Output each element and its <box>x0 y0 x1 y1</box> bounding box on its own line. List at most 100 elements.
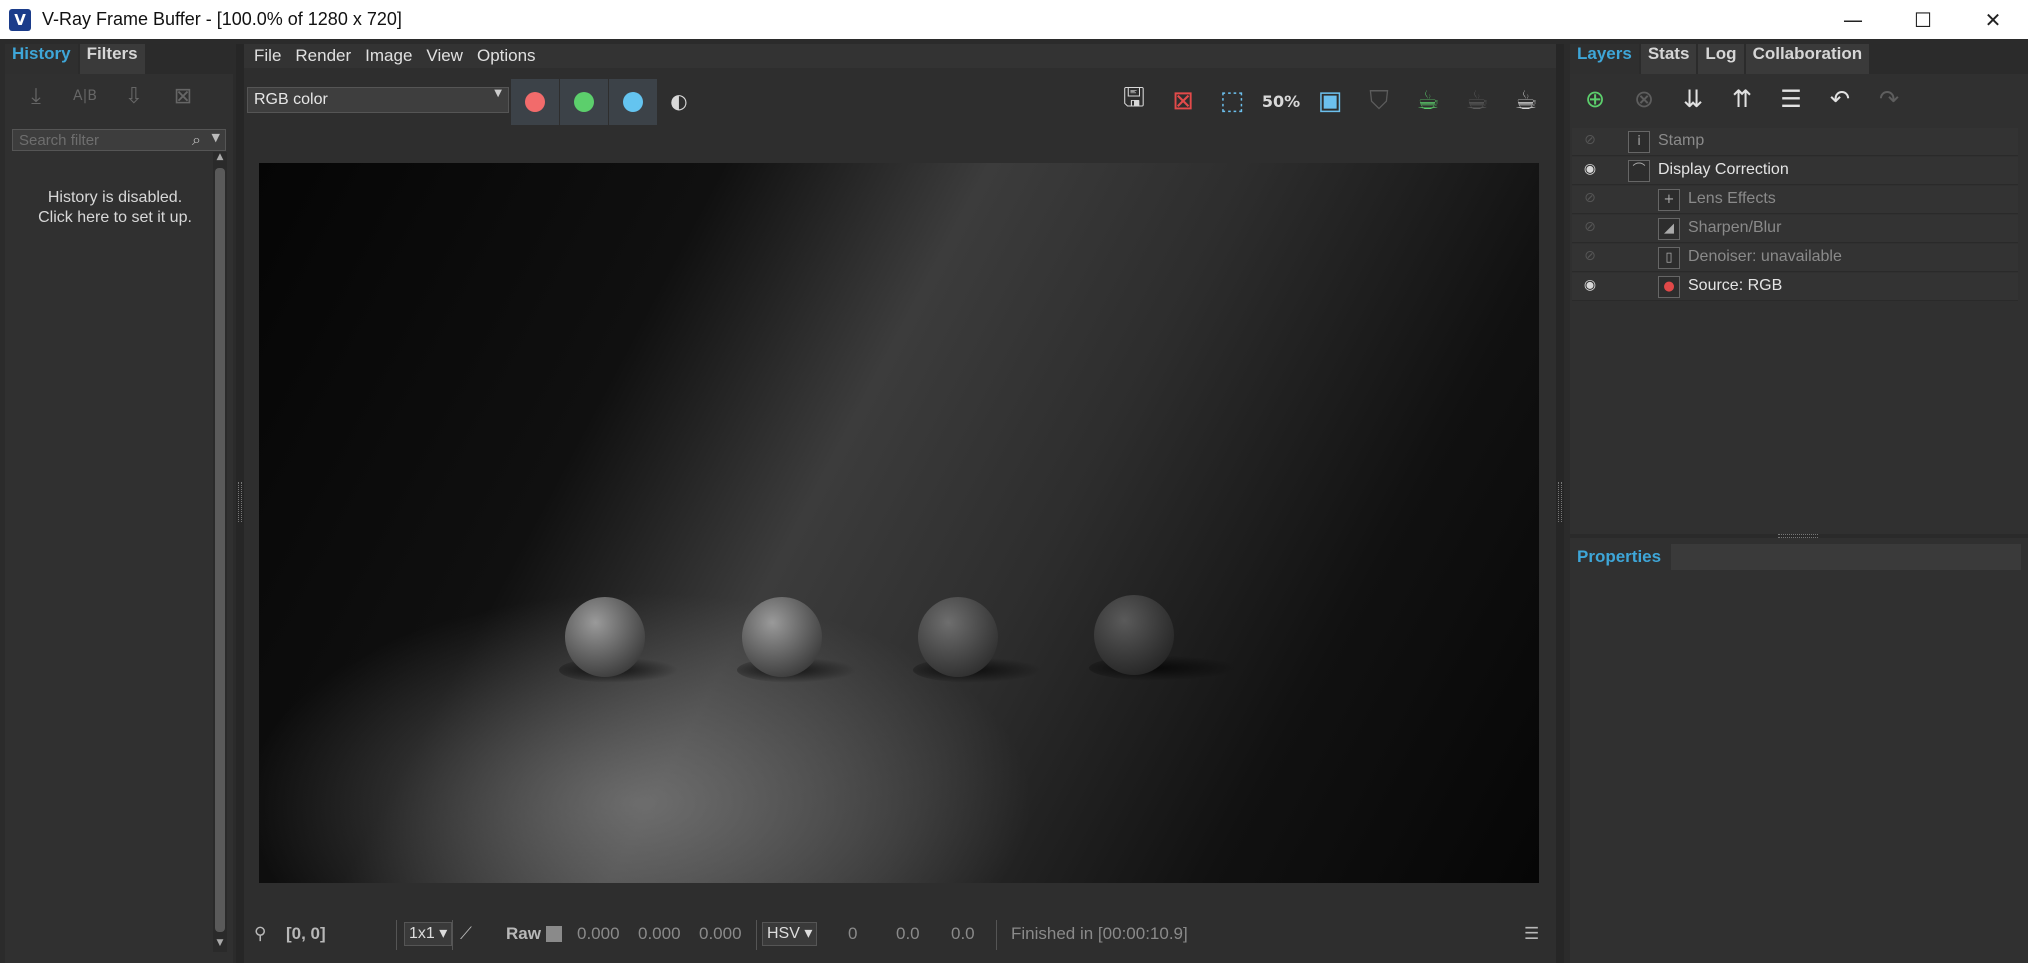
history-message-line2: Click here to set it up. <box>38 209 192 226</box>
layers-toolbar: ⊕ ⊗ ⇊ ⇈ ☰ ↶ ↷ <box>1570 74 2028 124</box>
log-panel-icon[interactable]: ☰ <box>1524 914 1539 954</box>
chevron-down-icon[interactable]: ▼ <box>212 131 220 144</box>
redo-icon[interactable]: ↷ <box>1870 79 1908 119</box>
tab-filters[interactable]: Filters <box>79 44 145 74</box>
hidden-eye-icon[interactable]: ⊘ <box>1580 132 1600 148</box>
region-select-icon[interactable]: ⬚ <box>1209 78 1255 124</box>
sharpen-blur-icon: ◢ <box>1658 218 1680 240</box>
separator <box>452 920 453 950</box>
render-toolbar: RGB color ▼ ◐ 🖫 ⊠ ⬚ 50% ▣ ⛉ ☕ ☕ ☕ <box>244 76 1556 126</box>
right-tabs: Layers Stats Log Collaboration <box>1570 44 2028 74</box>
lock-coords-icon[interactable]: ⚲ <box>254 914 266 954</box>
menu-render[interactable]: Render <box>295 46 351 66</box>
scroll-thumb[interactable] <box>215 168 225 932</box>
scroll-up-icon[interactable]: ▲ <box>213 152 227 166</box>
minimize-button[interactable]: — <box>1818 0 1888 39</box>
eye-icon[interactable]: ◉ <box>1580 161 1600 177</box>
layer-name: Lens Effects <box>1688 190 1776 207</box>
zoom-50-icon[interactable]: 50% <box>1258 78 1304 124</box>
search-filter-input[interactable]: Search filter ⌕ ▼ <box>12 129 226 151</box>
channel-select-value: RGB color <box>254 91 328 108</box>
layer-name: Sharpen/Blur <box>1688 219 1782 236</box>
save-layers-icon[interactable]: ⇊ <box>1674 79 1712 119</box>
delete-layer-icon[interactable]: ⊗ <box>1625 79 1663 119</box>
sample-size-select[interactable]: 1x1 ▾ <box>404 922 453 946</box>
channel-select[interactable]: RGB color ▼ <box>247 87 509 113</box>
maximize-button[interactable]: ☐ <box>1888 0 1958 39</box>
properties-splitter[interactable] <box>1570 534 2028 538</box>
color-mode-select[interactable]: HSV ▾ <box>762 922 818 946</box>
layers-panel: Layers Stats Log Collaboration ⊕ ⊗ ⇊ ⇈ ☰… <box>1570 44 2028 963</box>
clear-image-icon[interactable]: ⊠ <box>1160 78 1206 124</box>
save-to-history-icon[interactable]: ⤓ <box>17 79 55 113</box>
raw-label: Raw <box>506 924 541 943</box>
red-dot-icon <box>525 92 545 112</box>
blue-dot-icon <box>623 92 643 112</box>
separator <box>996 920 997 950</box>
scroll-down-icon[interactable]: ▼ <box>213 938 227 952</box>
history-disabled-message[interactable]: History is disabled. Click here to set i… <box>13 188 217 228</box>
stop-render-icon[interactable]: ☕ <box>1454 78 1500 124</box>
search-icon[interactable]: ⌕ <box>192 130 201 150</box>
render-icon[interactable]: ☕ <box>1503 78 1549 124</box>
save-image-icon[interactable]: 🖫 <box>1111 78 1157 124</box>
layer-row-stamp[interactable]: ⊘ i Stamp <box>1572 128 2018 156</box>
history-scrollbar[interactable]: ▲ ▼ <box>213 152 227 952</box>
remove-history-icon[interactable]: ⊠ <box>164 79 202 113</box>
lens-effects-icon: + <box>1658 189 1680 211</box>
add-layer-icon[interactable]: ⊕ <box>1576 79 1614 119</box>
eye-icon[interactable]: ◉ <box>1580 277 1600 293</box>
render-region-icon[interactable]: ⛉ <box>1356 78 1402 124</box>
layer-name: Display Correction <box>1658 161 1789 178</box>
render-viewport[interactable] <box>259 163 1539 883</box>
status-bar: ⚲ [0, 0] 1x1 ▾ ⟋ Raw 0.000 0.000 0.000 H… <box>244 914 1556 954</box>
left-tabs: History Filters <box>5 44 233 74</box>
blue-channel-button[interactable] <box>609 79 657 125</box>
load-layers-icon[interactable]: ⇈ <box>1723 79 1761 119</box>
tab-layers[interactable]: Layers <box>1570 44 1639 74</box>
search-placeholder: Search filter <box>19 132 100 149</box>
menu-file[interactable]: File <box>254 46 281 66</box>
green-channel-button[interactable] <box>560 79 608 125</box>
properties-header: Properties <box>1570 542 2028 572</box>
menu-image[interactable]: Image <box>365 46 412 66</box>
track-mouse-icon[interactable]: ▣ <box>1307 78 1353 124</box>
ab-compare-icon[interactable]: A|B <box>66 79 104 113</box>
layer-presets-icon[interactable]: ☰ <box>1772 79 1810 119</box>
tab-log[interactable]: Log <box>1698 44 1744 74</box>
raw-b-value: 0.000 <box>699 924 742 943</box>
alpha-channel-icon[interactable]: ◐ <box>656 78 702 124</box>
properties-bar <box>1671 544 2021 570</box>
cursor-coords: [0, 0] <box>286 924 326 943</box>
layer-name: Denoiser: unavailable <box>1688 248 1842 265</box>
layer-row-denoiser[interactable]: ⊘ ▯ Denoiser: unavailable <box>1572 244 2018 272</box>
hidden-eye-icon[interactable]: ⊘ <box>1580 190 1600 206</box>
chevron-down-icon: ▼ <box>494 88 502 99</box>
load-history-icon[interactable]: ⇩ <box>115 79 153 113</box>
hidden-eye-icon[interactable]: ⊘ <box>1580 219 1600 235</box>
layer-row-sharpen-blur[interactable]: ⊘ ◢ Sharpen/Blur <box>1572 215 2018 243</box>
menu-options[interactable]: Options <box>477 46 536 66</box>
tab-collaboration[interactable]: Collaboration <box>1745 44 1870 74</box>
red-channel-button[interactable] <box>511 79 559 125</box>
hidden-eye-icon[interactable]: ⊘ <box>1580 248 1600 264</box>
layer-name: Stamp <box>1658 132 1705 149</box>
title-bar: V V-Ray Frame Buffer - [100.0% of 1280 x… <box>0 0 2028 39</box>
right-splitter[interactable] <box>1556 44 1564 963</box>
layer-row-lens-effects[interactable]: ⊘ + Lens Effects <box>1572 186 2018 214</box>
close-button[interactable]: ✕ <box>1958 0 2028 39</box>
layer-row-display-correction[interactable]: ◉ ⌒ Display Correction <box>1572 157 2018 185</box>
left-splitter[interactable] <box>236 44 244 963</box>
menu-bar: File Render Image View Options <box>244 44 1556 68</box>
hsv-s-value: 0.0 <box>896 924 920 943</box>
curve-icon[interactable]: ⟋ <box>460 914 472 954</box>
layer-row-source-rgb[interactable]: ◉ ● Source: RGB <box>1572 273 2018 301</box>
tab-stats[interactable]: Stats <box>1640 44 1697 74</box>
interactive-render-icon[interactable]: ☕ <box>1405 78 1451 124</box>
separator <box>756 920 757 950</box>
history-toolbar: ⤓ A|B ⇩ ⊠ <box>5 74 233 118</box>
tab-history[interactable]: History <box>5 44 78 74</box>
hsv-h-value: 0 <box>848 924 858 943</box>
undo-icon[interactable]: ↶ <box>1821 79 1859 119</box>
menu-view[interactable]: View <box>426 46 463 66</box>
